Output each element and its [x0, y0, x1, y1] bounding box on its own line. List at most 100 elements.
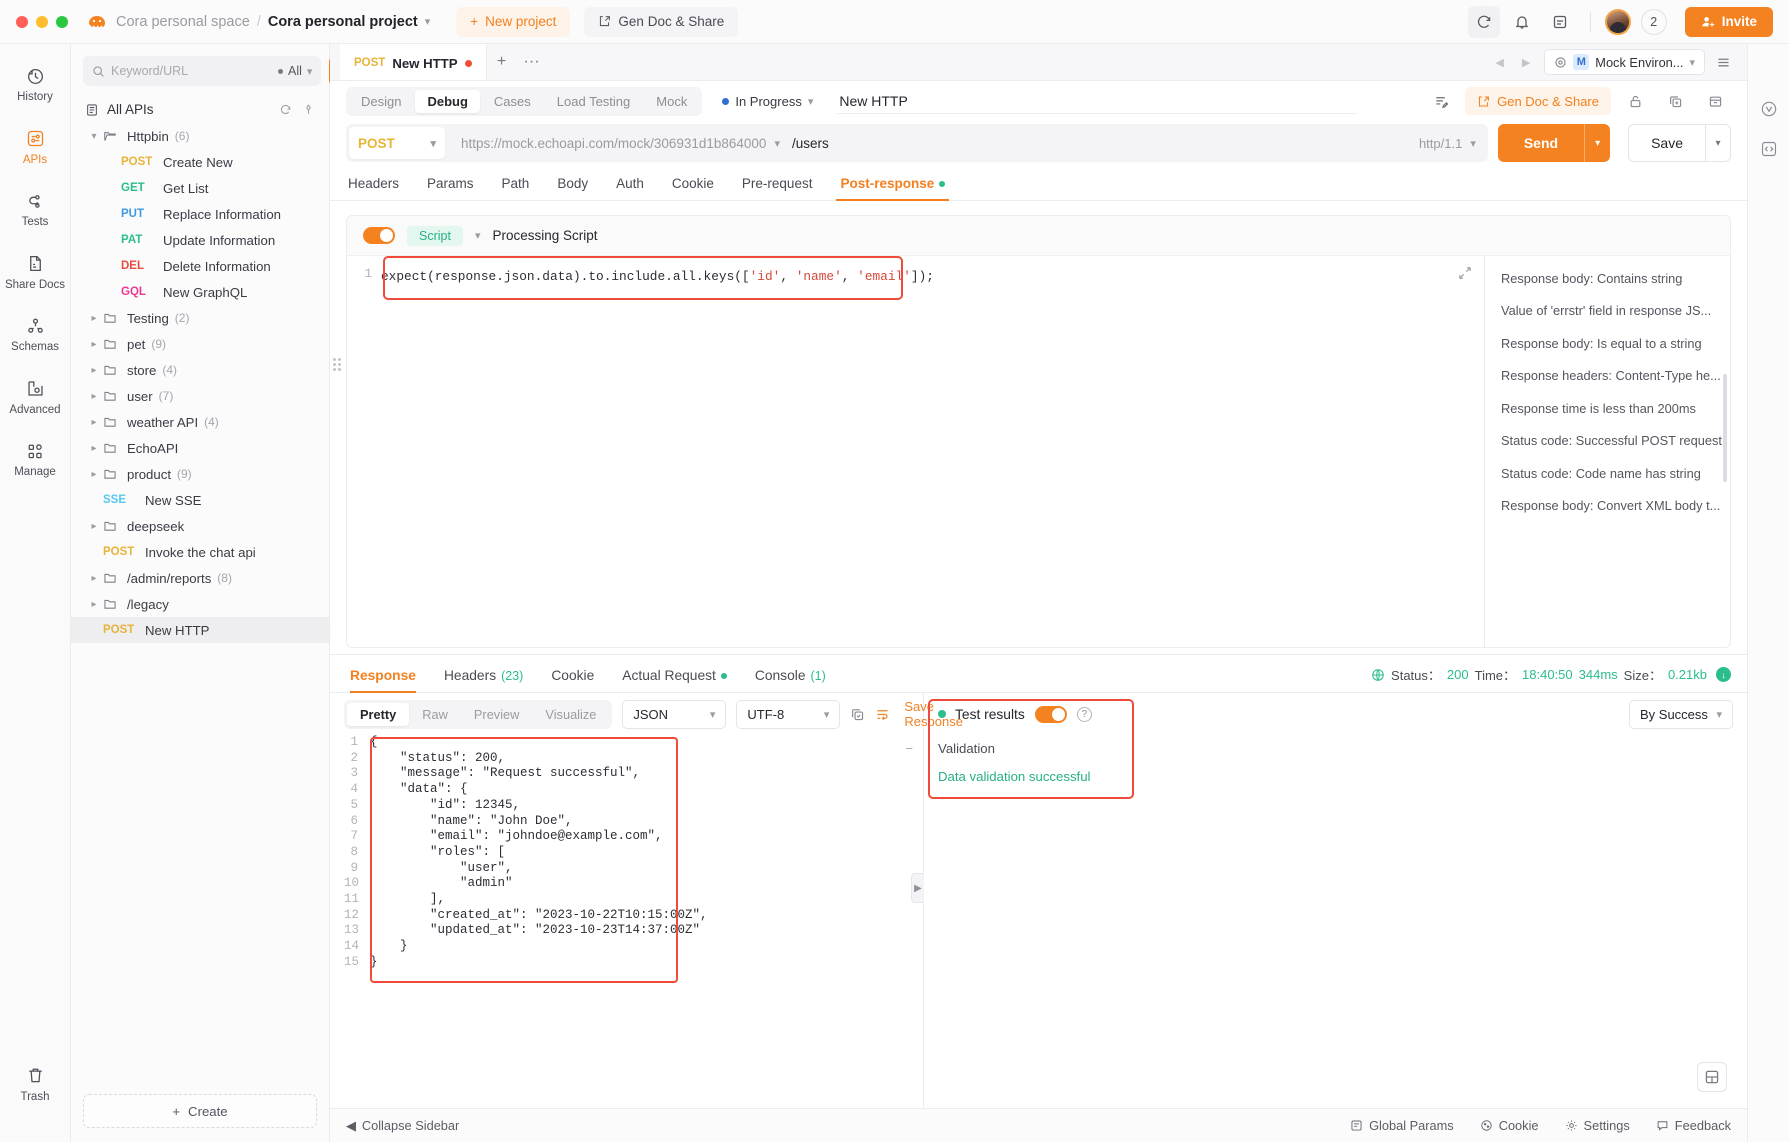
breadcrumb-project[interactable]: Cora personal project — [268, 14, 418, 30]
sync-icon[interactable] — [1467, 5, 1500, 38]
chevron-right-icon[interactable]: ▸ — [85, 391, 103, 402]
send-button[interactable]: Send — [1497, 124, 1585, 162]
wrap-lines-icon[interactable] — [875, 698, 890, 730]
tree-api-row[interactable]: DEL Delete Information — [71, 253, 329, 279]
save-button[interactable]: Save — [1628, 124, 1705, 162]
status-selector[interactable]: In Progress ▾ — [722, 94, 813, 109]
tab-params[interactable]: Params — [413, 176, 488, 200]
tree-folder-row[interactable]: ▾ Httpbin (6) — [71, 123, 329, 149]
chevron-right-icon[interactable]: ▸ — [85, 599, 103, 610]
rail-item-manage[interactable]: Manage — [4, 431, 66, 485]
feedback-button[interactable]: Feedback — [1656, 1118, 1731, 1133]
copy-response-icon[interactable] — [850, 698, 865, 730]
tab-overflow-button[interactable]: ··· — [517, 44, 547, 80]
lock-icon[interactable] — [1619, 85, 1651, 117]
tab-headers[interactable]: Headers — [346, 176, 413, 200]
url-bar[interactable]: POST ▾ https://mock.echoapi.com/mock/306… — [346, 124, 1488, 162]
new-project-button[interactable]: + New project — [456, 6, 571, 37]
script-snippet-item[interactable]: Value of 'errstr' field in response JS..… — [1485, 295, 1730, 328]
tab-load-testing[interactable]: Load Testing — [545, 90, 643, 113]
script-snippet-item[interactable]: Response time is less than 200ms — [1485, 392, 1730, 425]
script-enable-toggle[interactable] — [363, 227, 395, 244]
rail-item-tests[interactable]: Tests — [4, 181, 66, 235]
script-snippet-item[interactable]: Response headers: Content-Type he... — [1485, 360, 1730, 393]
tab-actual-request[interactable]: Actual Request — [608, 668, 741, 692]
rail-item-trash[interactable]: Trash — [4, 1056, 66, 1110]
url-path-text[interactable]: /users — [792, 136, 829, 151]
chevron-right-icon[interactable]: ▸ — [85, 521, 103, 532]
tab-cookie[interactable]: Cookie — [658, 176, 728, 200]
response-tabs[interactable]: Response Headers (23) Cookie Actual Requ… — [330, 655, 1747, 693]
script-snippet-item[interactable]: Status code: Code name has string — [1485, 457, 1730, 490]
chevron-down-icon[interactable]: ▾ — [774, 137, 780, 150]
environment-settings-icon[interactable] — [1554, 56, 1567, 69]
cookie-button[interactable]: Cookie — [1480, 1118, 1539, 1133]
chevron-right-icon[interactable]: ▸ — [85, 417, 103, 428]
tab-mock[interactable]: Mock — [644, 90, 699, 113]
script-type-chip[interactable]: Script — [407, 225, 463, 246]
tree-folder-row[interactable]: ▸ user (7) — [71, 383, 329, 409]
tree-api-row[interactable]: POST Create New — [71, 149, 329, 175]
chevron-right-icon[interactable]: ▸ — [85, 313, 103, 324]
test-filter-selector[interactable]: By Success ▾ — [1629, 699, 1733, 729]
tree-folder-row[interactable]: ▸ Testing (2) — [71, 305, 329, 331]
tab-pre-request[interactable]: Pre-request — [728, 176, 827, 200]
tree-folder-row[interactable]: ▸ weather API (4) — [71, 409, 329, 435]
search-input[interactable] — [111, 64, 272, 78]
create-button[interactable]: + Create — [83, 1094, 317, 1128]
script-code[interactable]: expect(response.json.data).to.include.al… — [381, 256, 1484, 647]
close-window-button[interactable] — [16, 15, 28, 28]
chevron-right-icon[interactable]: ▸ — [85, 469, 103, 480]
tab-scroll-right-icon[interactable]: ▶ — [1514, 56, 1538, 69]
duplicate-icon[interactable] — [1659, 85, 1691, 117]
chevron-down-icon[interactable]: ▾ — [425, 15, 431, 28]
tree-folder-row[interactable]: ▸ EchoAPI — [71, 435, 329, 461]
description-icon[interactable] — [1425, 85, 1457, 117]
environment-selector[interactable]: M Mock Environ... ▾ — [1544, 49, 1705, 75]
tab-path[interactable]: Path — [488, 176, 544, 200]
archive-icon[interactable] — [1699, 85, 1731, 117]
tree-api-row[interactable]: PAT Update Information — [71, 227, 329, 253]
window-controls[interactable] — [16, 15, 68, 28]
chevron-right-icon[interactable]: ▸ — [85, 365, 103, 376]
document-tab-new-http[interactable]: POST New HTTP — [340, 44, 487, 80]
http-version-selector[interactable]: http/1.1 ▾ — [1419, 136, 1488, 151]
tab-post-response[interactable]: Post-response — [826, 176, 959, 201]
chevron-right-icon[interactable]: ▸ — [85, 443, 103, 454]
tree-api-row[interactable]: SSE New SSE — [71, 487, 329, 513]
script-snippet-list[interactable]: Response body: Contains string Value of '… — [1484, 256, 1730, 647]
tab-response-headers[interactable]: Headers (23) — [430, 668, 537, 692]
ai-assistant-icon[interactable] — [1758, 98, 1780, 120]
tree-folder-row[interactable]: ▸ deepseek — [71, 513, 329, 539]
api-tree-list[interactable]: ▾ Httpbin (6) POST Create New GET Get List PUT R… — [71, 123, 329, 1086]
gen-doc-share-button-2[interactable]: Gen Doc & Share — [1465, 87, 1611, 115]
script-code-pane[interactable]: 1 expect(response.json.data).to.include.… — [347, 256, 1484, 647]
response-format-tabs[interactable]: Pretty Raw Preview Visualize — [344, 699, 613, 729]
rail-item-apis[interactable]: APIs — [4, 119, 66, 173]
tab-response[interactable]: Response — [346, 668, 430, 693]
minimize-window-button[interactable] — [36, 15, 48, 28]
filter-icon[interactable] — [302, 103, 315, 116]
tab-response-cookie[interactable]: Cookie — [537, 668, 608, 692]
tree-folder-row[interactable]: ▸ /legacy — [71, 591, 329, 617]
collapse-sidebar-button[interactable]: ◀ Collapse Sidebar — [346, 1118, 459, 1134]
tree-folder-row[interactable]: ▸ /admin/reports (8) — [71, 565, 329, 591]
content-type-selector[interactable]: JSON ▾ — [622, 699, 727, 729]
refresh-icon[interactable] — [279, 103, 292, 116]
tree-folder-row[interactable]: ▸ product (9) — [71, 461, 329, 487]
search-box[interactable]: All ▾ — [83, 56, 322, 86]
tab-design[interactable]: Design — [349, 90, 413, 113]
format-raw[interactable]: Raw — [409, 703, 461, 726]
member-count-badge[interactable]: 2 — [1640, 8, 1667, 35]
tab-body[interactable]: Body — [543, 176, 602, 200]
tree-api-row[interactable]: PUT Replace Information — [71, 201, 329, 227]
http-method-selector[interactable]: POST ▾ — [349, 127, 445, 159]
help-icon[interactable]: ? — [1076, 706, 1092, 722]
url-host-text[interactable]: https://mock.echoapi.com/mock/306931d1b8… — [461, 136, 766, 151]
gen-doc-share-button[interactable]: Gen Doc & Share — [584, 6, 739, 37]
format-preview[interactable]: Preview — [461, 703, 533, 726]
all-apis-row[interactable]: All APIs — [71, 96, 329, 123]
script-snippet-item[interactable]: Response body: Is equal to a string — [1485, 327, 1730, 360]
tree-folder-row[interactable]: ▸ store (4) — [71, 357, 329, 383]
tree-folder-row[interactable]: ▸ pet (9) — [71, 331, 329, 357]
